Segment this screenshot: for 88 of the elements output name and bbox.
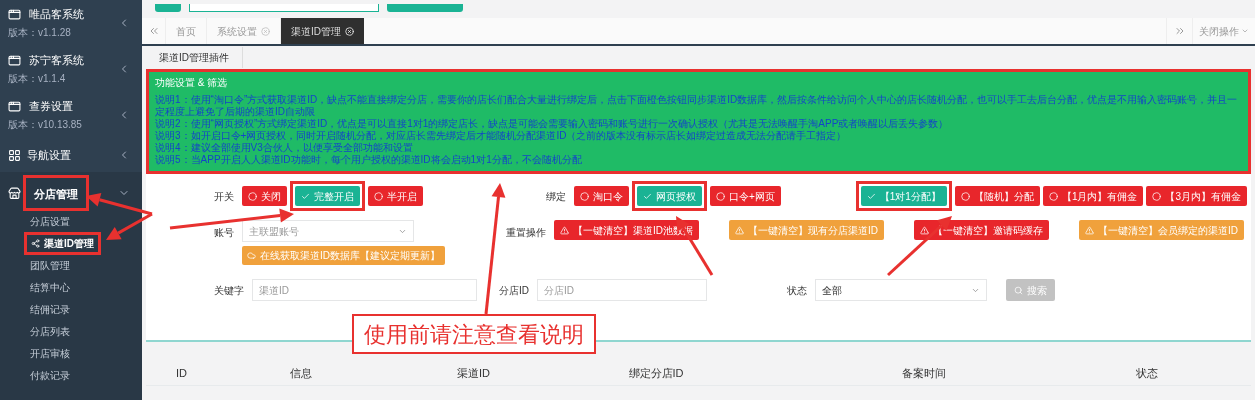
column-header: 状态 xyxy=(1135,366,1159,382)
option-button[interactable]: 关闭 xyxy=(242,186,287,206)
check-icon xyxy=(643,191,652,201)
option-button[interactable]: 淘口令 xyxy=(574,186,629,206)
notice-text: 说明1：使用“淘口令”方式获取渠道ID，缺点不能直接绑定分店，需要你的店长们配合大量进行绑定后，点击下面橙色按钮同步渠道ID数据库，然后按条件给访问个人中心的店长随机分配，也可以手工去后台分配，优点是不用输入密码账号，并且一定程度上避免了后期的渠道ID自动限 xyxy=(155,94,1239,118)
page-tab[interactable]: 渠道ID管理 xyxy=(281,18,364,44)
top-search-field[interactable] xyxy=(189,4,379,12)
column-header: 备案时间 xyxy=(900,366,947,382)
field-label: 关键字 xyxy=(214,283,244,298)
field-label: 分店ID xyxy=(499,283,529,298)
sidebar-subitem[interactable]: 结佣记录 xyxy=(30,301,70,317)
sidebar-subitem[interactable]: 渠道ID管理 xyxy=(31,235,94,251)
annotation-arrow xyxy=(887,216,952,277)
option-button[interactable]: 【3月内】有佣金 xyxy=(1146,186,1247,206)
field-label: 状态 xyxy=(787,283,807,298)
check-icon xyxy=(301,191,310,201)
option-button[interactable]: 半开启 xyxy=(368,186,423,206)
option-button[interactable]: 【随机】分配 xyxy=(954,186,1040,206)
column-header: 信息 xyxy=(289,366,313,382)
system-name: 苏宁客系统 xyxy=(29,52,84,68)
sidebar-subitem[interactable]: 付款记录 xyxy=(30,367,70,383)
notice-text: 说明5：当APP开启人人渠道ID功能时，每个用户授权的渠道ID将会启动1对1分配，不会随机分配 xyxy=(155,154,583,166)
notice-text: 说明3：如开启口令+网页授权，同时开启随机分配，对应店长需先绑定后才能随机分配渠道ID（之前的版本没有标示店长如绑定过造成无法分配请手工指定） xyxy=(155,130,848,142)
sidebar-item[interactable]: 导航设置 xyxy=(0,138,142,172)
field-label: 账号 xyxy=(214,226,234,240)
sidebar-item[interactable]: 分店管理 xyxy=(0,176,142,210)
cloud-icon xyxy=(247,251,256,260)
warning-icon xyxy=(1085,225,1094,235)
menu-label: 分店管理 xyxy=(34,188,78,200)
top-action-button[interactable] xyxy=(387,4,463,12)
page-tab[interactable]: 首页 xyxy=(166,18,207,44)
search-icon xyxy=(1014,285,1023,295)
annotation-arrow xyxy=(86,192,153,216)
circle-icon xyxy=(1048,191,1058,201)
version-text: 版本：v1.1.4 xyxy=(8,72,67,87)
sidebar-subitem[interactable]: 结算中心 xyxy=(30,279,70,295)
keyword-field[interactable]: 渠道ID xyxy=(252,279,477,301)
status-select[interactable]: 全部 xyxy=(815,279,987,301)
close-menu-button[interactable]: 关闭操作 xyxy=(1192,18,1255,44)
version-text: 版本：v1.1.28 xyxy=(8,26,72,41)
version-text: 版本：v10.13.85 xyxy=(8,118,83,133)
sidebar-subitem[interactable]: 开店审核 xyxy=(30,345,70,361)
option-button[interactable]: 【1对1分配】 xyxy=(860,186,947,206)
circle-icon xyxy=(1152,191,1162,201)
store-icon xyxy=(8,186,21,200)
circle-icon xyxy=(374,191,383,201)
sidebar-item[interactable]: 唯品客系统 版本：v1.1.28 xyxy=(0,0,142,46)
column-header: ID xyxy=(175,366,188,382)
sidebar-subitem[interactable]: 分店列表 xyxy=(30,323,70,339)
option-button[interactable]: 完整开启 xyxy=(295,186,360,206)
sidebar-subitem[interactable]: 分店设置 xyxy=(30,213,70,229)
notice-title: 功能设置 & 筛选 xyxy=(155,77,229,89)
warning-icon xyxy=(560,225,569,235)
circle-icon xyxy=(960,191,970,201)
app-icon xyxy=(8,99,21,113)
sidebar-item[interactable]: 查券设置 版本：v10.13.85 xyxy=(0,92,142,138)
field-label: 重置操作 xyxy=(506,226,546,240)
caret-icon xyxy=(1241,27,1249,35)
sidebar-item[interactable]: 苏宁客系统 版本：v1.1.4 xyxy=(0,46,142,92)
warning-icon xyxy=(735,225,744,235)
column-header: 渠道ID xyxy=(456,366,491,382)
account-select[interactable]: 主联盟账号 xyxy=(242,220,414,242)
menu-toggle-button[interactable] xyxy=(155,4,181,12)
circle-icon xyxy=(716,191,725,201)
app-icon xyxy=(8,53,21,67)
sidebar-subitem[interactable]: 团队管理 xyxy=(30,257,70,273)
option-button[interactable]: 口令+网页 xyxy=(710,186,781,206)
notice-text: 说明2：使用“网页授权”方式绑定渠道ID，优点是可以直接1对1的绑定店长，缺点是可能会需要输入密码和账号进行一次确认授权（尤其是无法唤醒手淘APP或者唤醒以后丢失参数） xyxy=(155,118,950,130)
field-label: 绑定 xyxy=(546,189,566,204)
circle-icon xyxy=(580,191,589,201)
grid-icon xyxy=(8,148,21,162)
system-name: 查券设置 xyxy=(29,98,73,114)
notice-text: 说明4：建议全部使用V3合伙人，以便享受全部功能和设置 xyxy=(155,142,414,154)
option-button[interactable]: 【1月内】有佣金 xyxy=(1042,186,1144,206)
app-icon xyxy=(8,7,21,21)
share-icon xyxy=(31,238,40,248)
store-id-field[interactable]: 分店ID xyxy=(537,279,707,301)
warning-icon xyxy=(920,225,929,235)
callout-note: 使用前请注意查看说明 xyxy=(352,314,596,354)
column-header: 绑定分店ID xyxy=(627,366,685,382)
circle-icon xyxy=(248,191,257,201)
field-label: 开关 xyxy=(214,189,234,204)
option-button[interactable]: 网页授权 xyxy=(637,186,702,206)
menu-label: 导航设置 xyxy=(27,147,71,163)
double-chevron-right-icon xyxy=(1173,25,1186,37)
check-icon xyxy=(866,191,876,201)
system-name: 唯品客系统 xyxy=(29,6,84,22)
annotation-arrow xyxy=(106,212,153,240)
